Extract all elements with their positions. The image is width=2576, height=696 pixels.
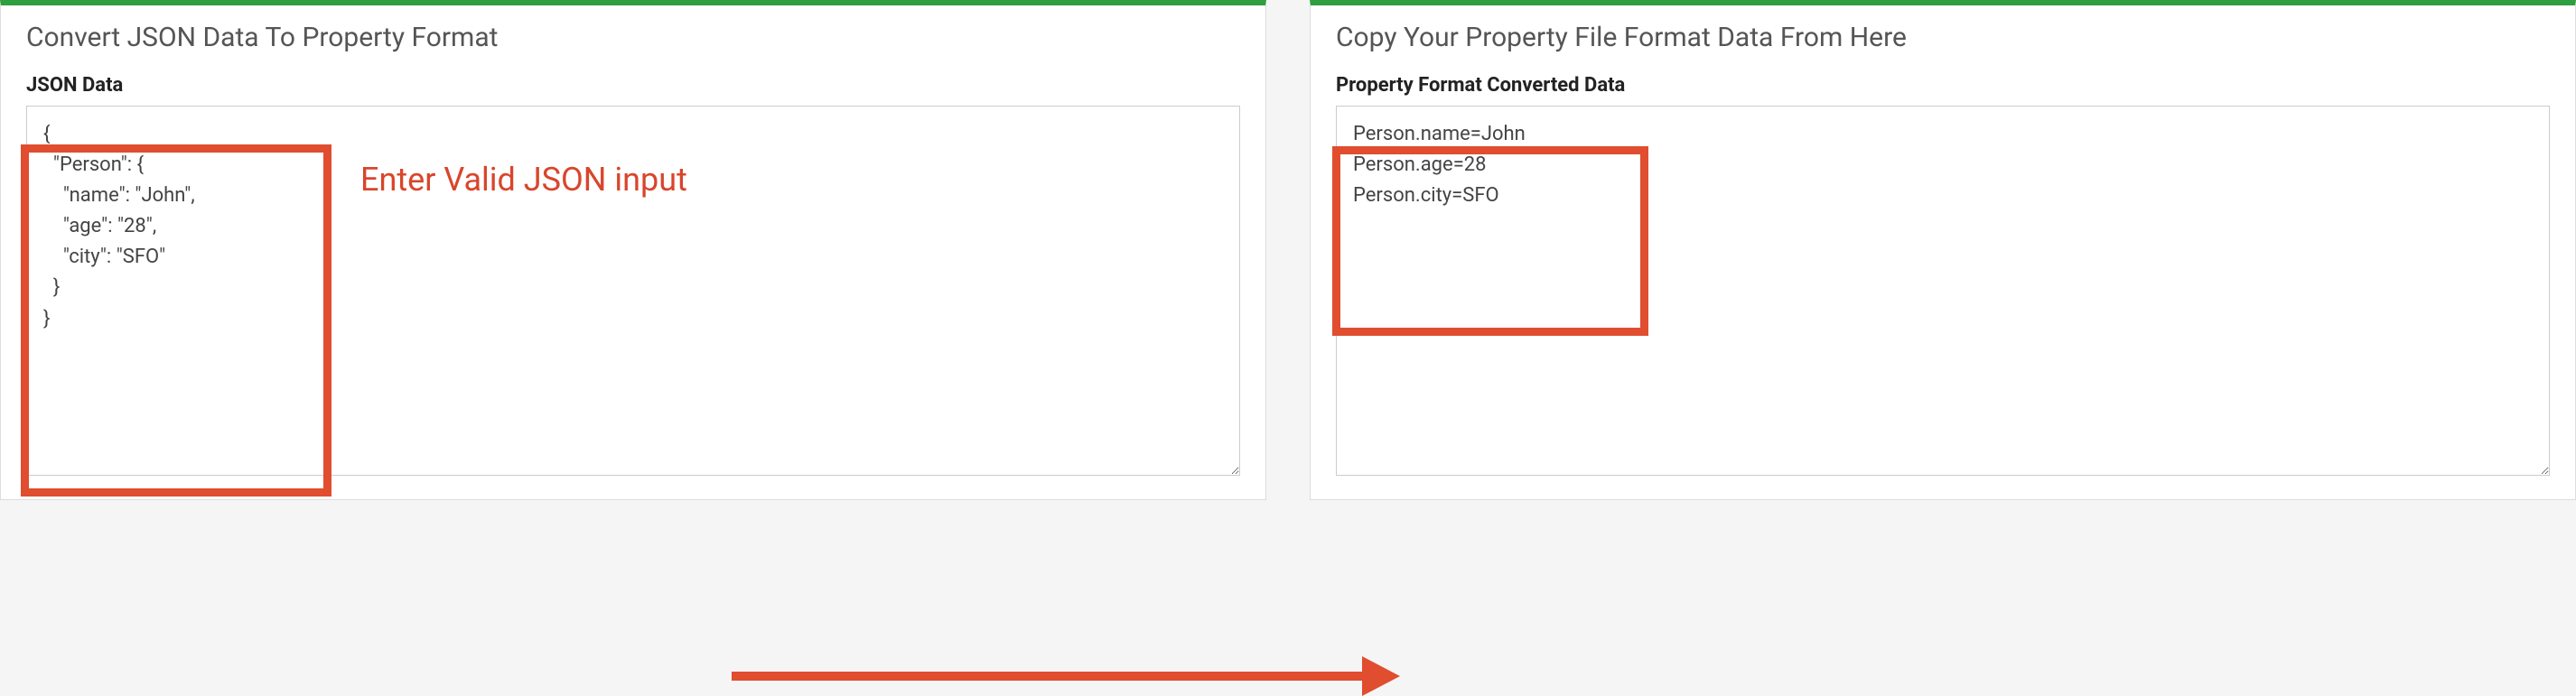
- json-data-label: JSON Data: [26, 74, 1240, 97]
- json-input-textarea[interactable]: [26, 106, 1240, 476]
- output-panel-body: Property Format Converted Data: [1311, 74, 2575, 499]
- converter-container: Convert JSON Data To Property Format JSO…: [0, 0, 2576, 500]
- input-panel: Convert JSON Data To Property Format JSO…: [0, 0, 1266, 500]
- output-panel: Copy Your Property File Format Data From…: [1310, 0, 2576, 500]
- output-panel-title: Copy Your Property File Format Data From…: [1311, 5, 2575, 74]
- input-panel-title: Convert JSON Data To Property Format: [1, 5, 1265, 74]
- property-data-label: Property Format Converted Data: [1336, 74, 2550, 97]
- annotation-arrow-line: [732, 672, 1364, 681]
- property-output-textarea[interactable]: [1336, 106, 2550, 476]
- annotation-arrow-head-icon: [1362, 656, 1400, 696]
- input-panel-body: JSON Data: [1, 74, 1265, 499]
